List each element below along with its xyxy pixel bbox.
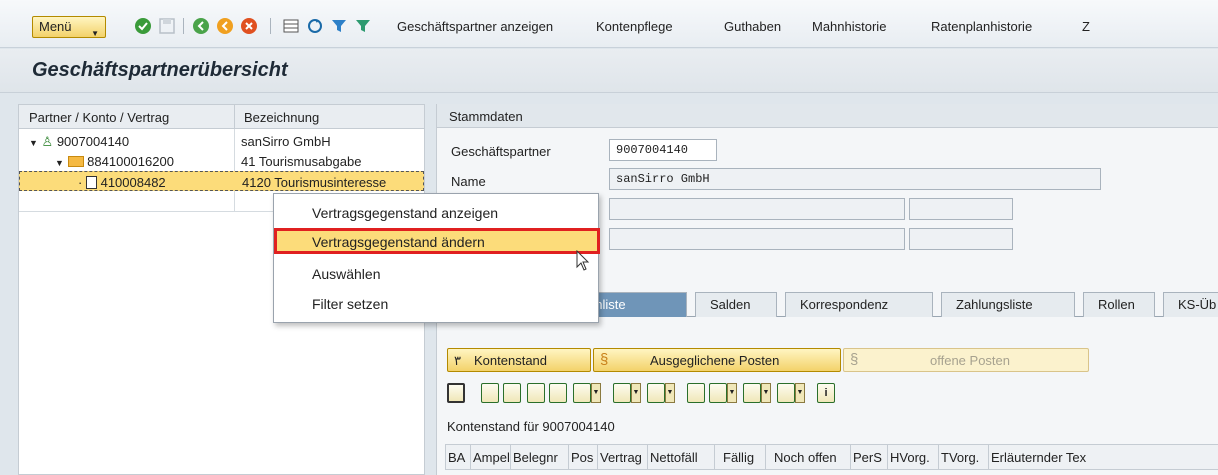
folder-icon [67,156,84,167]
address-field-3[interactable] [609,228,905,250]
tab-ks-uebersicht[interactable]: KS-Üb [1163,292,1218,317]
filter-settings-icon[interactable] [354,17,372,35]
sum-dropdown-icon[interactable]: ▼ [631,383,641,403]
scroll-icon: § [850,351,859,368]
tab-salden[interactable]: Salden [695,292,777,317]
menu-item-filter[interactable]: Filter setzen [312,296,388,312]
address-field-4[interactable] [909,228,1013,250]
layout-dropdown-icon[interactable]: ▼ [795,383,805,403]
document-icon [85,176,97,189]
offene-posten-button[interactable]: § offene Posten [843,348,1089,372]
col-faellig[interactable]: Fällig [723,450,754,465]
menu-item-anzeigen[interactable]: Vertragsgegenstand anzeigen [312,205,498,221]
tab-rollen[interactable]: Rollen [1083,292,1155,317]
col-noch-offen[interactable]: Noch offen [774,450,837,465]
tree-col-partner[interactable]: Partner / Konto / Vertrag [29,110,169,125]
address-field-1[interactable] [609,198,905,220]
tree-row-id: 884100016200 [87,154,174,169]
expand-icon[interactable]: ▼ [29,138,38,148]
sort-descending-icon[interactable] [503,383,521,403]
filter-icon[interactable] [330,17,348,35]
name-label: Name [451,174,486,189]
glasses-icon: ۳ [454,353,461,368]
export-icon[interactable] [743,383,761,403]
tree-header: Partner / Konto / Vertrag Bezeichnung [19,105,424,129]
export-dropdown-icon[interactable]: ▼ [761,383,771,403]
tree-row-desc: 4120 Tourismusinteresse [242,175,387,190]
print-icon[interactable] [687,383,705,403]
tab-zahlungsliste[interactable]: Zahlungsliste [941,292,1075,317]
col-tvorg[interactable]: TVorg. [941,450,979,465]
find-next-icon[interactable] [549,383,567,403]
tree-row-partner[interactable]: ▼ ♙ 9007004140 sanSirro GmbH [19,131,424,151]
title-bar: Geschäftspartnerübersicht [0,49,1218,93]
col-nettofaell[interactable]: Nettofäll [650,450,698,465]
col-pers[interactable]: PerS [853,450,882,465]
application-toolbar: Menü ▼ Geschäftspartner anzeigen Kontenp… [0,0,1218,48]
back-icon[interactable] [192,17,210,35]
name-field[interactable]: sanSirro GmbH [609,168,1101,190]
kontenstand-info: Kontenstand für 9007004140 [447,419,615,434]
tree-row-desc: sanSirro GmbH [241,134,331,149]
find-icon[interactable] [527,383,545,403]
col-erlaeuternder-text[interactable]: Erläuternder Tex [991,450,1086,465]
refresh-icon[interactable] [306,17,324,35]
filter-dropdown-icon[interactable]: ▼ [591,383,601,403]
mouse-cursor-icon [576,250,590,271]
view-dropdown-icon[interactable]: ▼ [727,383,737,403]
subtotal-icon[interactable] [647,383,665,403]
caret-down-icon: ▼ [91,29,99,38]
details-icon[interactable] [447,383,465,403]
tree-row-contract[interactable]: · 410008482 4120 Tourismusinteresse [19,171,424,191]
menu-item-auswaehlen[interactable]: Auswählen [312,266,381,282]
posten-grid-header: BA Ampel Belegnr Pos Vertrag Nettofäll F… [445,444,1218,470]
col-vertrag[interactable]: Vertrag [600,450,642,465]
menu-item-aendern[interactable]: Vertragsgegenstand ändern [312,234,485,250]
subtotal-dropdown-icon[interactable]: ▼ [665,383,675,403]
tab-korrespondenz[interactable]: Korrespondenz [785,292,933,317]
exit-icon[interactable] [216,17,234,35]
toolbar-link-overflow[interactable]: Z [1082,19,1090,34]
toolbar-link-geschaeftspartner[interactable]: Geschäftspartner anzeigen [397,19,553,34]
expand-icon[interactable]: ▼ [55,158,64,168]
tree-row-id: 410008482 [100,175,166,190]
toolbar-link-ratenplanhistorie[interactable]: Ratenplanhistorie [931,19,1032,34]
col-hvorg[interactable]: HVorg. [890,450,930,465]
tree-col-bezeichnung[interactable]: Bezeichnung [244,110,319,125]
menu-button[interactable]: Menü ▼ [32,16,106,38]
layout-icon[interactable] [777,383,795,403]
menu-label: Menü [39,19,72,34]
col-pos[interactable]: Pos [571,450,593,465]
tree-row-account[interactable]: ▼ 884100016200 41 Tourismusabgabe [19,151,424,171]
info-icon[interactable]: i [817,383,835,403]
col-ba[interactable]: BA [448,450,465,465]
save-icon[interactable] [158,17,176,35]
ausgeglichene-posten-button[interactable]: § Ausgeglichene Posten [593,348,841,372]
tree-row-id: 9007004140 [56,134,130,149]
sort-ascending-icon[interactable] [481,383,499,403]
page-title: Geschäftspartnerübersicht [32,59,288,81]
view-icon[interactable] [709,383,727,403]
tree-row-desc: 41 Tourismusabgabe [241,154,362,169]
toolbar-link-kontenpflege[interactable]: Kontenpflege [596,19,673,34]
sum-icon[interactable] [613,383,631,403]
bullet-icon: · [78,175,83,190]
cancel-icon[interactable] [240,17,258,35]
person-icon: ♙ [41,134,54,149]
toolbar-link-mahnhistorie[interactable]: Mahnhistorie [812,19,886,34]
scroll-icon: § [600,351,609,368]
kontenstand-button[interactable]: ۳ Kontenstand [447,348,591,372]
context-menu: Vertragsgegenstand anzeigen Vertragsgege… [273,193,600,323]
gp-field[interactable]: 9007004140 [609,139,717,161]
col-ampel[interactable]: Ampel [473,450,510,465]
gp-label: Geschäftspartner [451,144,551,159]
check-icon[interactable] [134,17,152,35]
layout-icon[interactable] [282,17,300,35]
address-field-2[interactable] [909,198,1013,220]
section-title: Stammdaten [449,109,523,124]
filter-icon[interactable] [573,383,591,403]
col-belegnr[interactable]: Belegnr [513,450,558,465]
toolbar-link-guthaben[interactable]: Guthaben [724,19,781,34]
stammdaten-header: Stammdaten [437,104,1218,128]
